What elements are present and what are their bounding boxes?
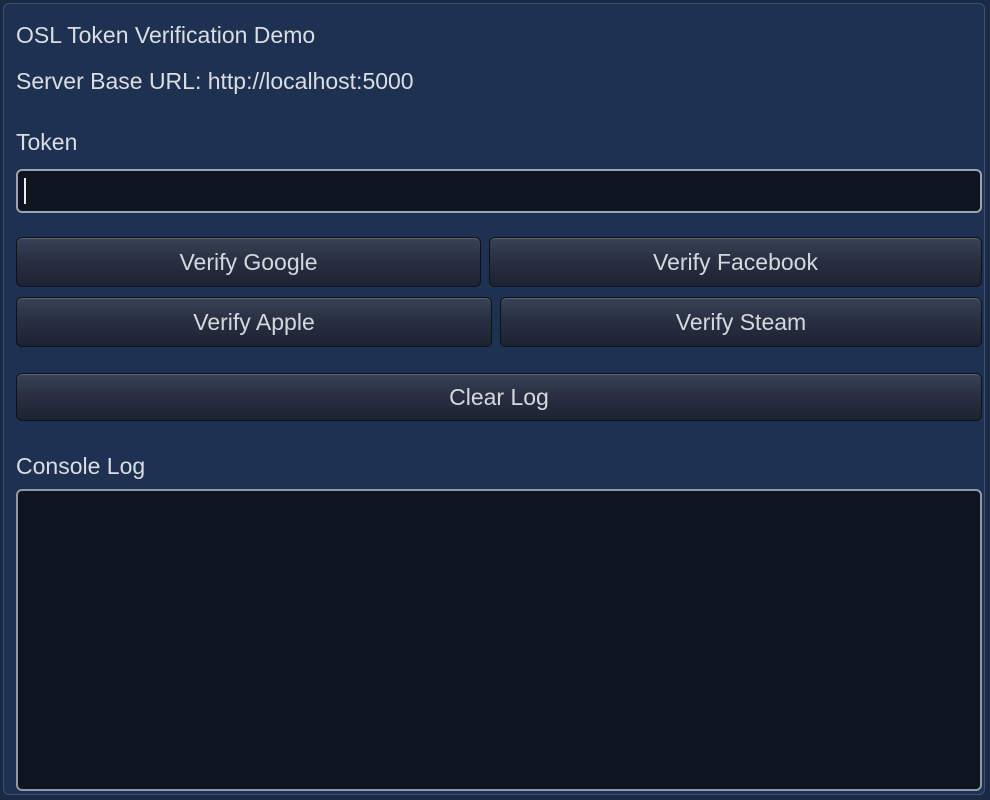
text-caret: [24, 178, 26, 204]
token-input[interactable]: [16, 169, 982, 213]
console-log-label: Console Log: [16, 453, 146, 479]
main-panel: OSL Token Verification Demo Server Base …: [3, 3, 985, 795]
verify-steam-button[interactable]: Verify Steam: [500, 297, 982, 347]
clear-log-button[interactable]: Clear Log: [16, 373, 982, 421]
verify-facebook-button[interactable]: Verify Facebook: [489, 237, 982, 287]
console-log-area[interactable]: [16, 489, 982, 791]
verify-apple-button[interactable]: Verify Apple: [16, 297, 492, 347]
token-label: Token: [16, 129, 78, 155]
verify-google-button[interactable]: Verify Google: [16, 237, 481, 287]
page-title: OSL Token Verification Demo: [16, 22, 316, 48]
server-url-text: Server Base URL: http://localhost:5000: [16, 68, 414, 94]
